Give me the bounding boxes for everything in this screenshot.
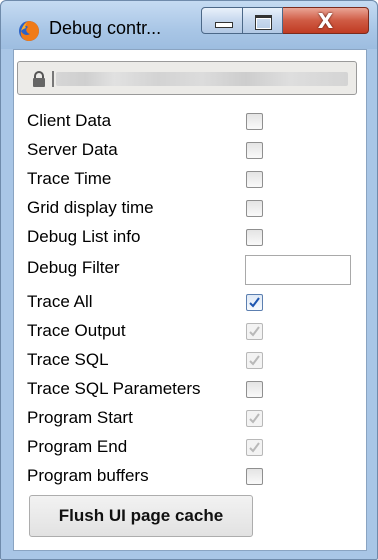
debug-option-checkbox[interactable] [246,171,263,188]
debug-option-checkbox [246,439,263,456]
debug-option-label: Trace SQL Parameters [27,379,201,398]
debug-filter-label: Debug Filter [27,258,120,277]
debug-option-label: Trace SQL [27,350,109,369]
debug-option-checkbox[interactable] [246,294,263,311]
debug-option-label: Program End [27,437,128,456]
flush-ui-page-cache-button[interactable]: Flush UI page cache [29,495,253,537]
text-cursor [52,71,54,87]
debug-option-label: Trace Time [27,169,112,188]
title-bar[interactable]: Debug contr... X [1,1,377,49]
close-icon: X [317,9,334,33]
debug-option-row: Trace SQL [27,348,257,372]
debug-option-checkbox[interactable] [246,142,263,159]
debug-option-row: Program buffers [27,464,257,488]
debug-option-label: Trace All [27,292,93,311]
debug-option-label: Client Data [27,111,112,130]
debug-option-label: Program Start [27,408,133,427]
debug-option-checkbox[interactable] [246,468,263,485]
debug-option-checkbox[interactable] [246,381,263,398]
debug-option-label: Debug List info [27,227,141,246]
debug-option-label: Server Data [27,140,118,159]
checkmark-icon [249,355,260,366]
debug-option-label: Grid display time [27,198,154,217]
maximize-button[interactable] [243,7,283,34]
debug-option-row: Program Start [27,406,257,430]
debug-option-checkbox[interactable] [246,229,263,246]
debug-option-checkbox [246,410,263,427]
lock-icon [33,71,45,87]
address-url-blurred [56,72,348,86]
debug-option-row: Trace Output [27,319,257,343]
debug-option-row: Debug List info [27,225,257,249]
debug-option-row: Trace All [27,290,257,314]
checkmark-icon [249,326,260,337]
address-bar[interactable] [17,61,357,95]
debug-option-row: Grid display time [27,196,257,220]
debug-filter-input[interactable] [245,255,351,285]
firefox-icon [19,21,39,41]
debug-option-label: Trace Output [27,321,126,340]
debug-option-row: Trace SQL Parameters [27,377,257,401]
debug-option-row: Trace Time [27,167,257,191]
debug-option-checkbox [246,323,263,340]
debug-option-label: Program buffers [27,466,149,485]
debug-option-row: Client Data [27,109,257,133]
checkmark-icon [249,413,260,424]
debug-option-checkbox[interactable] [246,200,263,217]
debug-filter-row: Debug Filter [27,256,257,280]
checkmark-icon [249,442,260,453]
debug-option-row: Program End [27,435,257,459]
debug-option-checkbox [246,352,263,369]
close-button[interactable]: X [283,7,369,34]
debug-option-row: Server Data [27,138,257,162]
minimize-button[interactable] [201,7,243,34]
window-title: Debug contr... [49,18,162,38]
checkmark-icon [249,297,260,308]
debug-option-checkbox[interactable] [246,113,263,130]
dialog-window: Debug contr... X Client Data Server Data T… [0,0,378,560]
